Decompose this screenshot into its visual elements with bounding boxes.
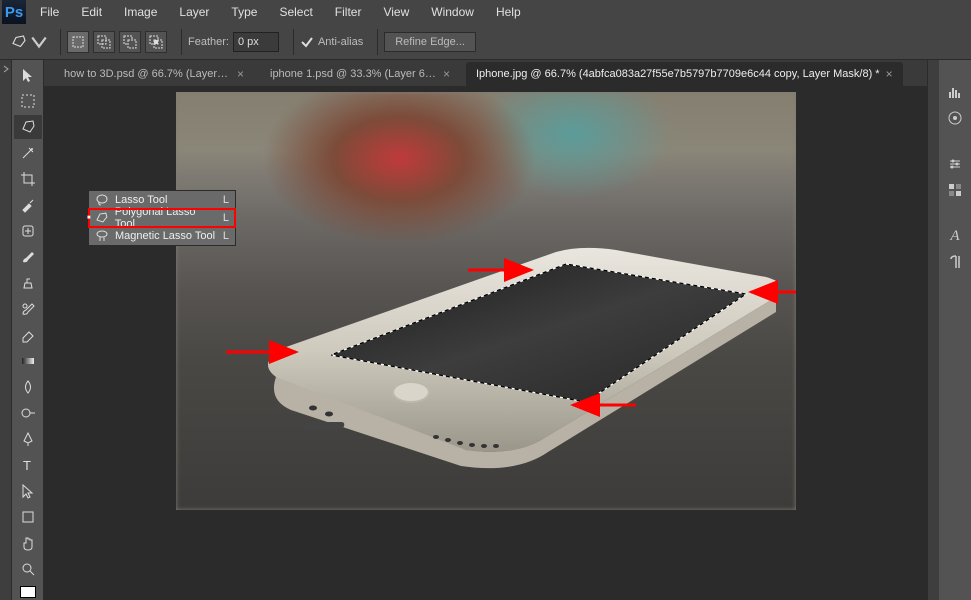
- menu-image[interactable]: Image: [114, 2, 167, 22]
- clone-stamp-tool[interactable]: [14, 271, 42, 295]
- chevron-down-icon: [30, 33, 48, 51]
- eraser-tool[interactable]: [14, 323, 42, 347]
- document-tab-0[interactable]: how to 3D.psd @ 66.7% (Layer 1, RGB/... …: [54, 62, 254, 86]
- selection-new-icon: [71, 35, 85, 49]
- menu-filter[interactable]: Filter: [325, 2, 372, 22]
- menu-help[interactable]: Help: [486, 2, 531, 22]
- flyout-label: Lasso Tool: [115, 194, 167, 206]
- menu-layer[interactable]: Layer: [169, 2, 219, 22]
- document-tab-bar: how to 3D.psd @ 66.7% (Layer 1, RGB/... …: [44, 60, 927, 86]
- character-panel-icon[interactable]: A: [945, 226, 965, 246]
- brush-tool[interactable]: [14, 245, 42, 269]
- paragraph-panel-icon[interactable]: [945, 252, 965, 272]
- annotation-arrows: [176, 92, 796, 510]
- zoom-tool[interactable]: [14, 557, 42, 581]
- feather-label: Feather:: [188, 36, 229, 48]
- lasso-tool-flyout: Lasso Tool L Polygonal Lasso Tool L Magn…: [88, 190, 236, 246]
- options-bar: Feather: Anti-alias Refine Edge...: [0, 24, 971, 60]
- menu-window[interactable]: Window: [421, 2, 484, 22]
- dodge-tool[interactable]: [14, 401, 42, 425]
- polygonal-lasso-icon: [95, 211, 109, 225]
- healing-brush-tool[interactable]: [14, 219, 42, 243]
- menu-select[interactable]: Select: [269, 2, 322, 22]
- selection-intersect-button[interactable]: [145, 31, 167, 53]
- flyout-shortcut: L: [223, 230, 229, 242]
- magnetic-lasso-icon: [95, 229, 109, 243]
- toolbox: T: [12, 60, 44, 600]
- feather-input[interactable]: [233, 32, 279, 52]
- magic-wand-tool[interactable]: [14, 141, 42, 165]
- adjustments-panel-icon[interactable]: [945, 154, 965, 174]
- photoshop-logo-icon: Ps: [2, 0, 26, 24]
- tab-label: how to 3D.psd @ 66.7% (Layer 1, RGB/...: [64, 68, 231, 80]
- selection-subtract-icon: [123, 35, 137, 49]
- close-icon[interactable]: ×: [886, 67, 893, 81]
- selection-add-button[interactable]: [93, 31, 115, 53]
- blur-tool[interactable]: [14, 375, 42, 399]
- history-brush-tool[interactable]: [14, 297, 42, 321]
- pen-tool[interactable]: [14, 427, 42, 451]
- close-icon[interactable]: ×: [443, 67, 450, 81]
- marquee-tool[interactable]: [14, 89, 42, 113]
- selection-intersect-icon: [149, 35, 163, 49]
- foreground-color-swatch[interactable]: [20, 586, 36, 598]
- left-collapse-strip[interactable]: [0, 60, 12, 600]
- shape-tool[interactable]: [14, 505, 42, 529]
- eyedropper-tool[interactable]: [14, 193, 42, 217]
- svg-text:T: T: [23, 458, 31, 473]
- polygonal-lasso-icon: [10, 33, 28, 51]
- path-selection-tool[interactable]: [14, 479, 42, 503]
- menu-edit[interactable]: Edit: [71, 2, 112, 22]
- selection-subtract-button[interactable]: [119, 31, 141, 53]
- hand-tool[interactable]: [14, 531, 42, 555]
- canvas[interactable]: [176, 92, 796, 510]
- selection-new-button[interactable]: [67, 31, 89, 53]
- move-tool[interactable]: [14, 63, 42, 87]
- antialias-checkbox[interactable]: [300, 35, 314, 49]
- flyout-label: Magnetic Lasso Tool: [115, 230, 215, 242]
- antialias-label: Anti-alias: [318, 36, 363, 48]
- flyout-shortcut: L: [223, 194, 229, 206]
- lasso-tool[interactable]: [14, 115, 42, 139]
- styles-panel-icon[interactable]: [945, 180, 965, 200]
- menu-view[interactable]: View: [373, 2, 419, 22]
- tab-label: iphone 1.psd @ 33.3% (Layer 6, RGB/8...: [270, 68, 437, 80]
- swatches-panel-icon[interactable]: [945, 108, 965, 128]
- document-tab-1[interactable]: iphone 1.psd @ 33.3% (Layer 6, RGB/8... …: [260, 62, 460, 86]
- current-tool-indicator[interactable]: [6, 31, 52, 53]
- canvas-viewport[interactable]: [44, 86, 927, 600]
- menu-file[interactable]: File: [30, 2, 69, 22]
- chevron-right-icon: [1, 64, 11, 74]
- flyout-shortcut: L: [223, 212, 229, 224]
- color-swatches[interactable]: [12, 586, 43, 598]
- menu-type[interactable]: Type: [221, 2, 267, 22]
- refine-edge-button[interactable]: Refine Edge...: [384, 32, 476, 52]
- close-icon[interactable]: ×: [237, 67, 244, 81]
- right-collapse-strip[interactable]: [927, 60, 939, 600]
- right-panel-rail: A: [939, 60, 971, 600]
- main-menu-bar: File Edit Image Layer Type Select Filter…: [30, 2, 531, 22]
- histogram-panel-icon[interactable]: [945, 82, 965, 102]
- flyout-item-magnetic-lasso[interactable]: Magnetic Lasso Tool L: [89, 227, 235, 245]
- lasso-icon: [95, 193, 109, 207]
- crop-tool[interactable]: [14, 167, 42, 191]
- type-tool[interactable]: T: [14, 453, 42, 477]
- flyout-item-polygonal-lasso[interactable]: Polygonal Lasso Tool L: [89, 209, 235, 227]
- gradient-tool[interactable]: [14, 349, 42, 373]
- document-tab-2[interactable]: Iphone.jpg @ 66.7% (4abfca083a27f55e7b57…: [466, 62, 903, 86]
- tab-label: Iphone.jpg @ 66.7% (4abfca083a27f55e7b57…: [476, 68, 880, 80]
- selection-add-icon: [97, 35, 111, 49]
